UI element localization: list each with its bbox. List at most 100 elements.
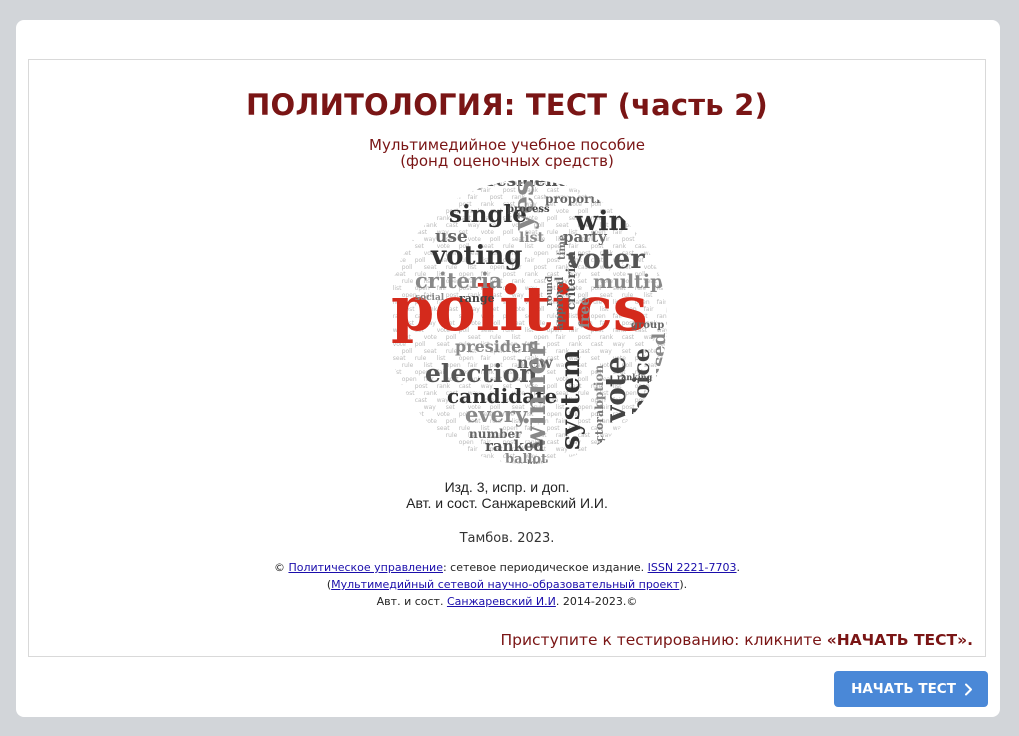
- word-cloud-filler: open: [666, 460, 669, 467]
- word-cloud-filler: rule: [666, 446, 669, 453]
- word-cloud-filler: rule: [446, 180, 458, 187]
- project-link[interactable]: Мультимедийный сетевой научно-образовате…: [331, 578, 679, 591]
- word-cloud-filler: fair: [437, 453, 447, 460]
- word-cloud-filler: rule: [402, 194, 414, 201]
- word-cloud-filler: rank: [393, 397, 407, 404]
- word-cloud-filler: post: [622, 236, 636, 243]
- app-window: ПОЛИТОЛОГИЯ: ТЕСТ (часть 2) Мультимедийн…: [16, 20, 1000, 717]
- word-cloud-filler: vote: [600, 194, 614, 201]
- word-cloud-filler: vote: [424, 418, 438, 425]
- word-cloud-filler: fair: [393, 215, 403, 222]
- word-cloud-filler: seat: [644, 194, 657, 201]
- page-title: ПОЛИТОЛОГИЯ: ТЕСТ (часть 2): [246, 88, 768, 122]
- word-cloud-filler: set: [591, 187, 601, 194]
- word-cloud-filler: post: [666, 222, 669, 229]
- cloud-word-range: range: [459, 292, 495, 305]
- cta-bold: «НАЧАТЬ ТЕСТ».: [826, 631, 973, 649]
- subtitle-line-2: (фонд оценочных средств): [400, 152, 614, 170]
- word-cloud-filler: poll: [402, 432, 413, 439]
- start-test-label: НАЧАТЬ ТЕСТ: [851, 681, 956, 697]
- word-cloud-filler: set: [635, 173, 645, 180]
- word-cloud-filler: rule: [446, 432, 458, 439]
- cloud-word-social: social: [415, 293, 445, 303]
- issn-link[interactable]: ISSN 2221-7703: [648, 561, 737, 574]
- word-cloud-filler: vote: [393, 425, 407, 432]
- word-cloud-filler: rank: [644, 236, 658, 243]
- word-cloud-filler: way: [644, 418, 657, 425]
- word-cloud-filler: seat: [600, 460, 613, 467]
- word-cloud-filler: poll: [402, 180, 413, 187]
- cloud-word-option: option: [592, 365, 606, 409]
- word-cloud-filler: poll: [666, 348, 669, 355]
- word-cloud-filler: post: [547, 173, 561, 180]
- copyright-line-3: Авт. и сост. Санжаревский И.И. 2014-2023…: [29, 593, 985, 610]
- word-cloud-filler: list: [657, 201, 666, 208]
- word-cloud-filler: rank: [657, 313, 669, 320]
- word-cloud-filler: set: [622, 180, 632, 187]
- word-cloud-filler: rank: [393, 229, 407, 236]
- word-cloud-filler: vote: [393, 173, 407, 180]
- word-cloud-svg: vote poll seat rule list open fair post rank cast…: [391, 173, 669, 467]
- edition-info: Изд. 3, испр. и доп. Авт. и сост. Санжар…: [29, 479, 985, 511]
- word-cloud-filler: open: [503, 173, 518, 180]
- word-cloud-filler: poll: [578, 460, 589, 467]
- word-cloud-filler: poll: [666, 432, 669, 439]
- word-cloud-filler: set: [666, 250, 669, 257]
- word-cloud-filler: rank: [657, 397, 669, 404]
- word-cloud-filler: list: [437, 439, 446, 446]
- author-link[interactable]: Санжаревский И.И: [447, 595, 556, 608]
- word-cloud-filler: vote: [613, 187, 627, 194]
- word-cloud-filler: fair: [525, 173, 535, 180]
- word-cloud-filler: seat: [424, 180, 437, 187]
- word-cloud-filler: poll: [666, 180, 669, 187]
- word-cloud-filler: list: [424, 446, 433, 453]
- word-cloud-filler: poll: [635, 187, 646, 194]
- word-cloud-filler: seat: [424, 348, 437, 355]
- content-frame: ПОЛИТОЛОГИЯ: ТЕСТ (часть 2) Мультимедийн…: [28, 59, 986, 657]
- word-cloud-filler: cast: [578, 180, 591, 187]
- word-cloud-filler: rank: [644, 404, 658, 411]
- authors-text: Авт. и сост. Санжаревский И.И.: [406, 495, 608, 511]
- word-cloud-filler: vote: [569, 453, 583, 460]
- cloud-word-process: process: [507, 204, 550, 215]
- word-cloud-filler: open: [415, 201, 430, 208]
- close-paren: ).: [679, 578, 688, 591]
- cloud-word-voting: voting: [430, 241, 522, 271]
- cloud-word-system: system: [556, 350, 586, 450]
- word-cloud-filler: list: [393, 201, 402, 208]
- word-cloud-filler: list: [481, 173, 490, 180]
- word-cloud-filler: set: [415, 411, 425, 418]
- word-cloud-filler: cast: [415, 229, 428, 236]
- word-cloud-filler: set: [402, 250, 412, 257]
- copyright-block: © Политическое управление: сетевое перио…: [29, 559, 985, 610]
- word-cloud-filler: open: [666, 376, 669, 383]
- word-cloud-filler: rank: [657, 229, 669, 236]
- word-cloud-filler: poll: [402, 348, 413, 355]
- word-cloud-filler: open: [459, 187, 474, 194]
- word-cloud-filler: rank: [569, 173, 583, 180]
- word-cloud-filler: open: [446, 446, 461, 453]
- cloud-word-list: list: [519, 230, 545, 246]
- cloud-word-ranking: ranking: [617, 372, 653, 382]
- word-cloud-filler: vote: [393, 257, 407, 264]
- copyright-line-1: © Политическое управление: сетевое перио…: [29, 559, 985, 576]
- journal-link[interactable]: Политическое управление: [288, 561, 443, 574]
- word-cloud-filler: list: [644, 208, 653, 215]
- word-cloud-filler: fair: [657, 215, 667, 222]
- word-cloud-filler: vote: [481, 229, 495, 236]
- copyright-symbol: ©: [273, 561, 285, 574]
- journal-description: : сетевое периодическое издание.: [442, 561, 645, 574]
- word-cloud-filler: fair: [468, 194, 478, 201]
- word-cloud-filler: way: [600, 180, 613, 187]
- word-cloud-filler: rule: [415, 187, 427, 194]
- word-cloud-filler: poll: [415, 257, 426, 264]
- word-cloud-filler: rank: [468, 460, 482, 467]
- word-cloud-filler: open: [666, 292, 669, 299]
- cloud-word-group: group: [631, 320, 664, 331]
- word-cloud-filler: rule: [666, 194, 669, 201]
- word-cloud-filler: post: [635, 229, 649, 236]
- word-cloud-filler: rule: [666, 278, 669, 285]
- word-cloud-filler: vote: [437, 411, 451, 418]
- word-cloud-filler: seat: [393, 355, 406, 362]
- start-test-button[interactable]: НАЧАТЬ ТЕСТ: [834, 671, 988, 707]
